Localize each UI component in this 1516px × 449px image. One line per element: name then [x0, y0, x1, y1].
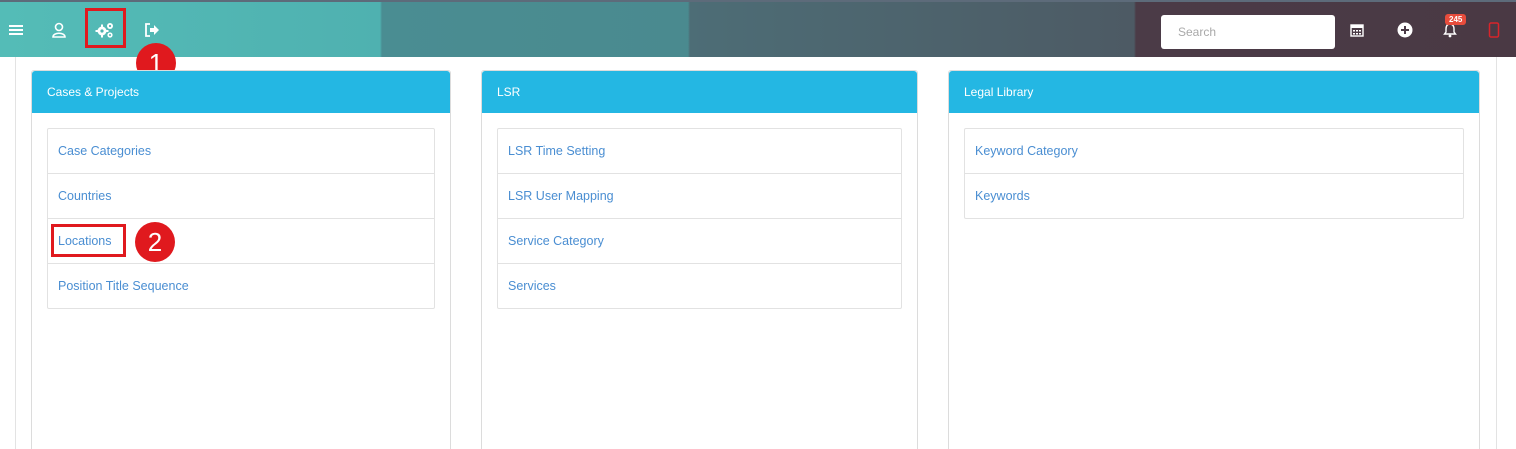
search-input[interactable] [1161, 15, 1335, 49]
settings-list: Case Categories Countries Locations Posi… [47, 128, 435, 309]
lsr-user-mapping-link[interactable]: LSR User Mapping [498, 174, 901, 219]
logout-icon[interactable] [138, 15, 166, 45]
panel-title: Cases & Projects [32, 71, 450, 113]
countries-link[interactable]: Countries [48, 174, 434, 219]
settings-highlight-box [85, 8, 126, 48]
legal-library-panel: Legal Library Keyword Category Keywords [948, 70, 1480, 449]
case-categories-link[interactable]: Case Categories [48, 129, 434, 174]
services-link[interactable]: Services [498, 264, 901, 308]
calendar-icon[interactable] [1343, 15, 1371, 45]
settings-list: LSR Time Setting LSR User Mapping Servic… [497, 128, 902, 309]
user-icon[interactable] [45, 15, 73, 45]
cases-projects-panel: Cases & Projects Case Categories Countri… [31, 70, 451, 449]
lsr-time-setting-link[interactable]: LSR Time Setting [498, 129, 901, 174]
service-category-link[interactable]: Service Category [498, 219, 901, 264]
mobile-device-icon[interactable] [1480, 15, 1508, 45]
hamburger-menu-icon[interactable] [2, 15, 30, 45]
step-2-marker: 2 [135, 222, 175, 262]
lsr-panel: LSR LSR Time Setting LSR User Mapping Se… [481, 70, 918, 449]
position-title-sequence-link[interactable]: Position Title Sequence [48, 264, 434, 308]
keyword-category-link[interactable]: Keyword Category [965, 129, 1463, 174]
panel-title: LSR [482, 71, 917, 113]
top-navbar: 245 [0, 0, 1516, 57]
keywords-link[interactable]: Keywords [965, 174, 1463, 218]
settings-list: Keyword Category Keywords [964, 128, 1464, 219]
add-circle-icon[interactable] [1391, 15, 1419, 45]
locations-highlight-box [51, 224, 126, 257]
panel-title: Legal Library [949, 71, 1479, 113]
notification-count-badge: 245 [1445, 14, 1467, 25]
